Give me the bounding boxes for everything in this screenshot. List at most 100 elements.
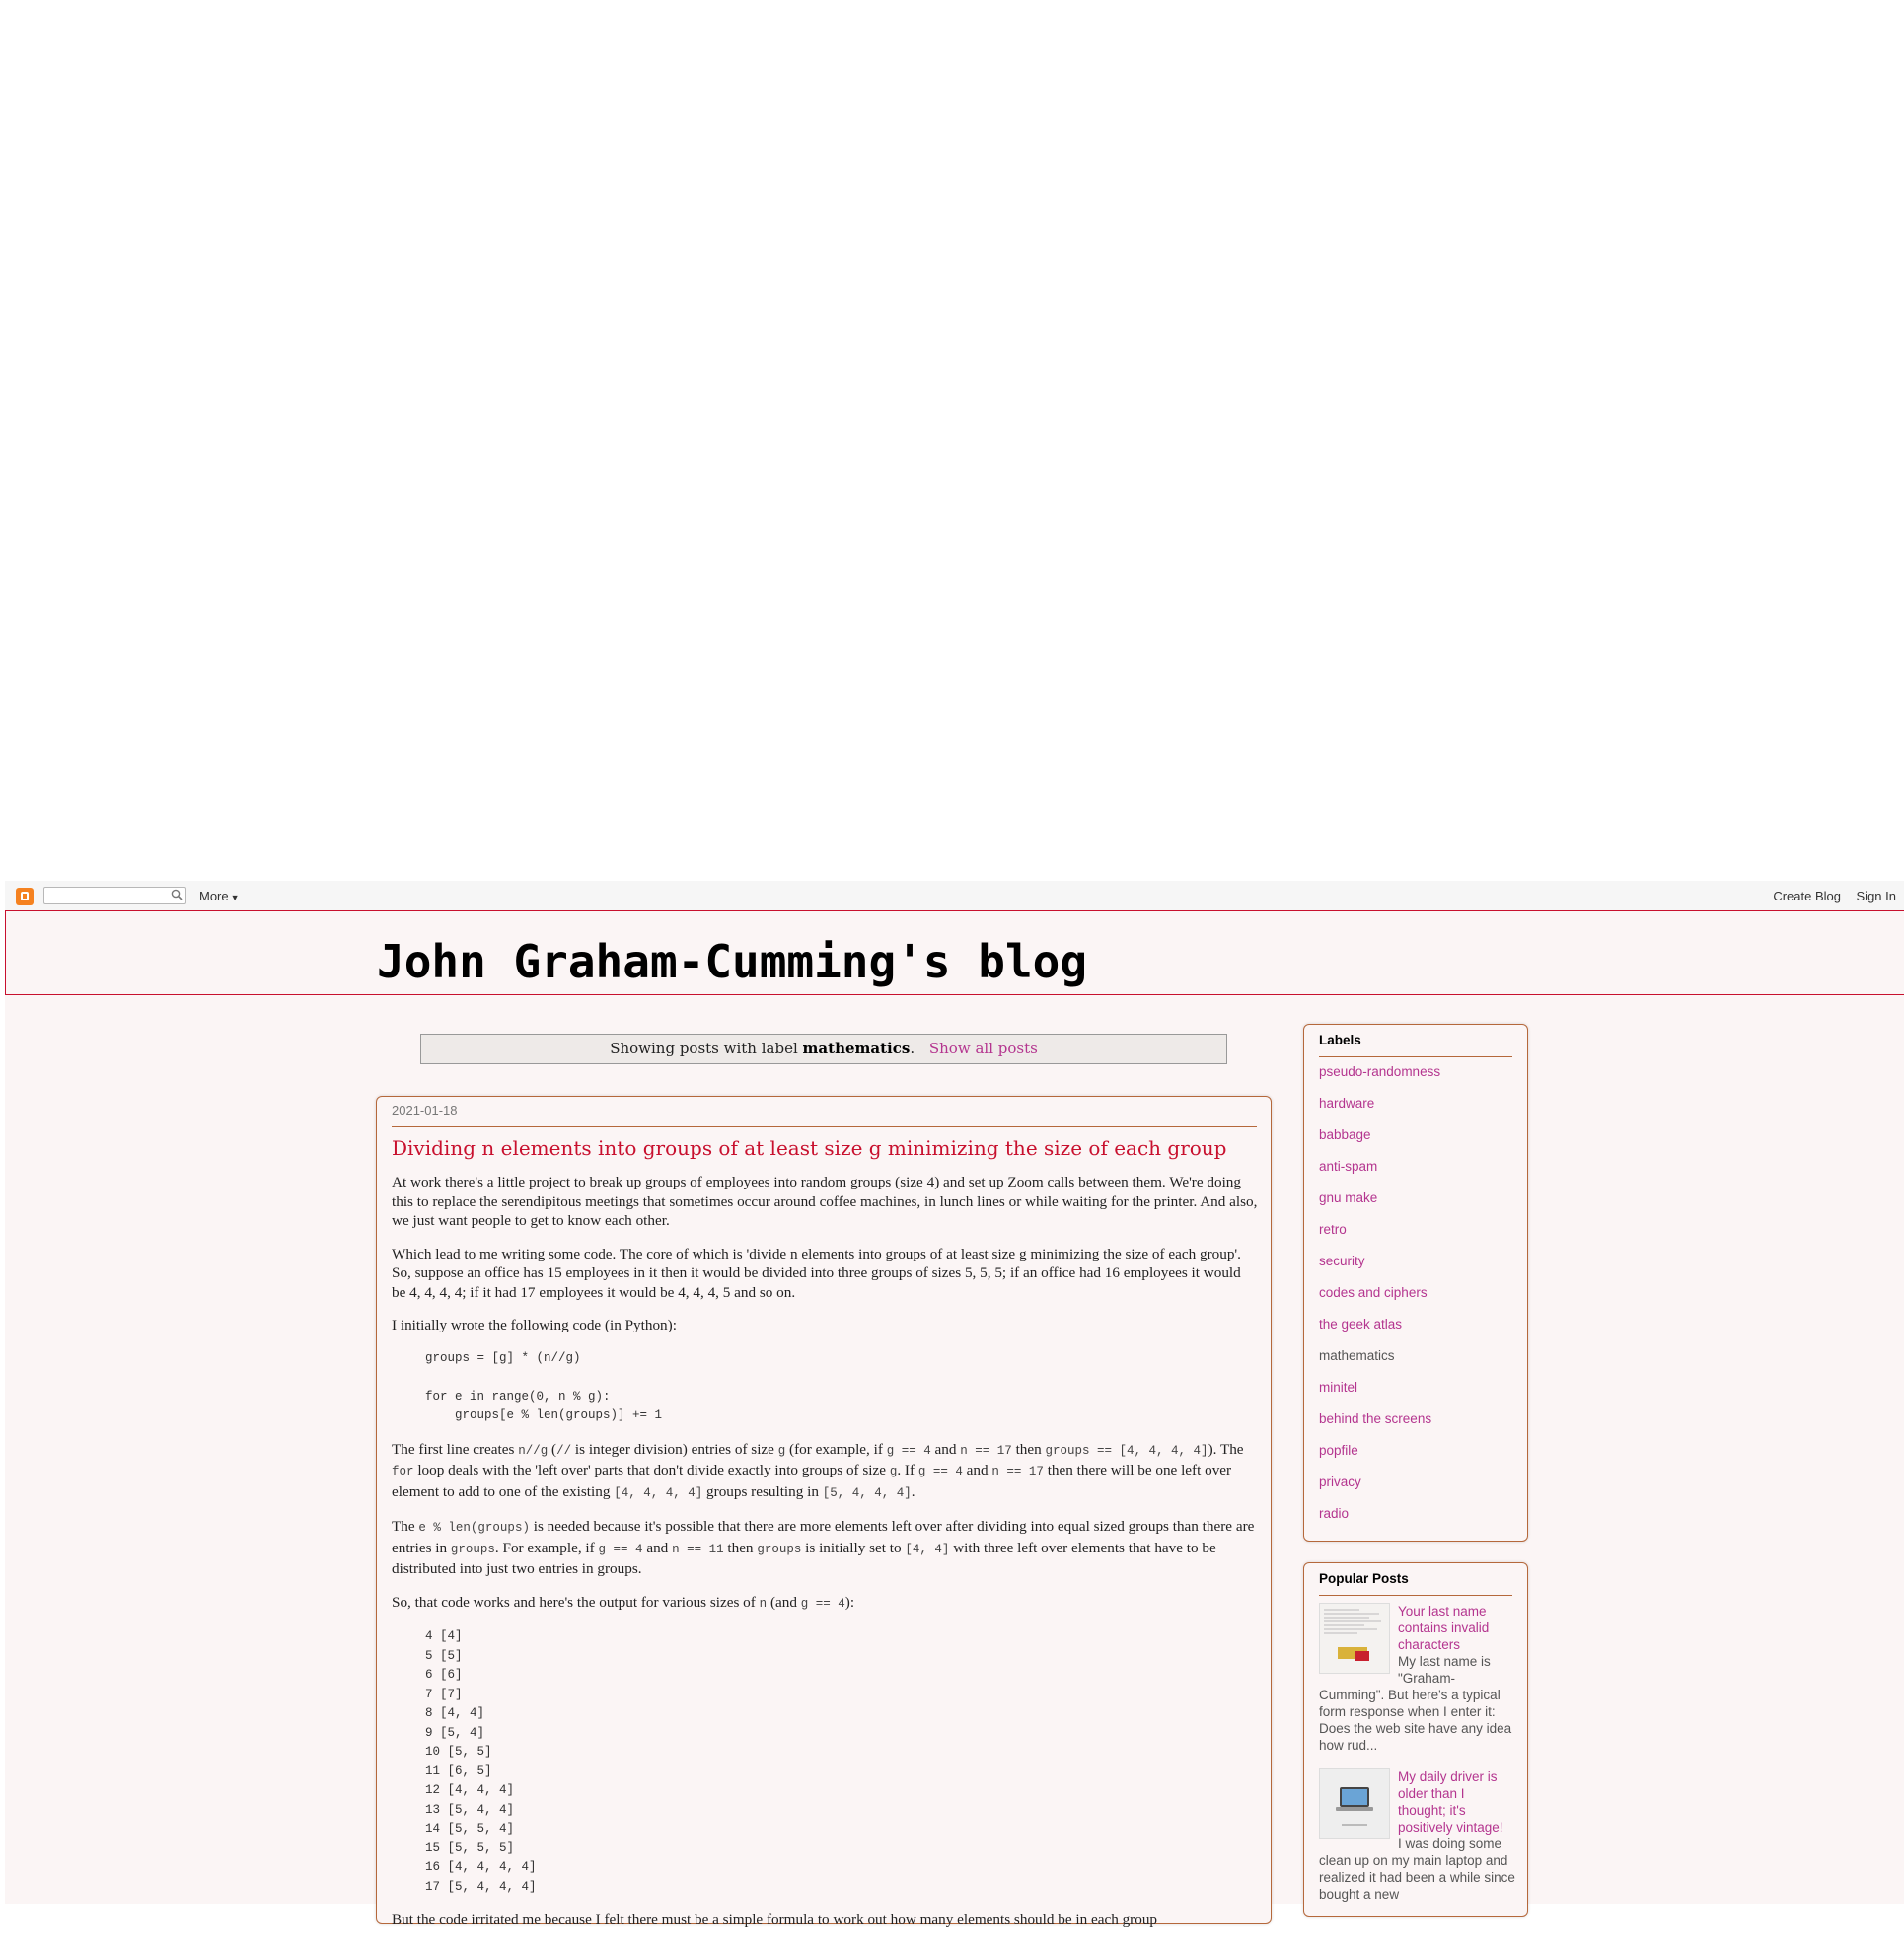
status-suffix: .	[910, 1040, 915, 1057]
popular-post-item: Your last name contains invalid characte…	[1319, 1603, 1516, 1754]
sign-in-link[interactable]: Sign In	[1857, 889, 1896, 903]
post-paragraph: So, that code works and here's the outpu…	[392, 1593, 1258, 1615]
inline-code: g == 4	[886, 1443, 931, 1458]
label-link[interactable]: retro	[1319, 1222, 1347, 1237]
post-paragraph: The e % len(groups) is needed because it…	[392, 1517, 1258, 1579]
code-block: groups = [g] * (n//g) for e in range(0, …	[425, 1350, 663, 1423]
label-link[interactable]: hardware	[1319, 1096, 1374, 1111]
text-run: (and	[767, 1593, 801, 1611]
label-list-item: privacy	[1319, 1475, 1440, 1506]
inline-code: n == 17	[991, 1465, 1044, 1478]
search-input[interactable]	[43, 887, 186, 904]
label-list-item: babbage	[1319, 1127, 1440, 1159]
label-link[interactable]: minitel	[1319, 1380, 1357, 1395]
label-list-item: hardware	[1319, 1096, 1440, 1127]
label-link[interactable]: pseudo-randomness	[1319, 1064, 1440, 1079]
label-link[interactable]: the geek atlas	[1319, 1317, 1402, 1332]
divider	[1319, 1056, 1512, 1057]
inline-code: [5, 4, 4, 4]	[822, 1485, 912, 1500]
divider	[392, 1126, 1257, 1127]
label-link[interactable]: security	[1319, 1254, 1365, 1268]
inline-code: groups	[450, 1542, 495, 1556]
label-list-item: gnu make	[1319, 1190, 1440, 1222]
blog-title[interactable]: John Graham-Cumming's blog	[377, 935, 1087, 988]
post-title[interactable]: Dividing n elements into groups of at le…	[392, 1136, 1226, 1160]
inline-code: g == 4	[800, 1596, 845, 1611]
label-list-item: pseudo-randomness	[1319, 1064, 1440, 1096]
blogger-navbar: More ▼ Create Blog Sign In	[5, 881, 1904, 911]
text-run: (	[548, 1440, 557, 1458]
inline-code: for	[392, 1465, 414, 1478]
label-link[interactable]: anti-spam	[1319, 1159, 1377, 1174]
blogger-logo-icon[interactable]	[16, 888, 34, 905]
label-link[interactable]: gnu make	[1319, 1190, 1377, 1205]
labels-list: pseudo-randomness hardware babbage anti-spa…	[1319, 1064, 1440, 1538]
text-run: . For example, if	[494, 1539, 599, 1556]
laptop-thumbnail-image[interactable]	[1319, 1768, 1390, 1839]
more-menu-button[interactable]: More ▼	[199, 889, 240, 903]
inline-code: n == 17	[960, 1443, 1012, 1458]
post-paragraph: But the code irritated me because I felt…	[392, 1911, 1158, 1928]
label-list-item: popfile	[1319, 1443, 1440, 1475]
label-current: mathematics	[1319, 1348, 1395, 1363]
text-run: .	[911, 1482, 915, 1500]
text-run: then	[1011, 1440, 1046, 1458]
inline-code: g == 4	[598, 1542, 643, 1556]
label-link[interactable]: codes and ciphers	[1319, 1285, 1428, 1300]
show-all-posts-link[interactable]: Show all posts	[929, 1040, 1038, 1057]
label-list-item: mathematics	[1319, 1348, 1440, 1380]
inline-code: [4, 4]	[905, 1542, 950, 1556]
label-list-item: anti-spam	[1319, 1159, 1440, 1190]
text-run: So, that code works and here's the outpu…	[392, 1593, 760, 1611]
text-run: (for example, if	[785, 1440, 887, 1458]
inline-code: groups == [4, 4, 4, 4]	[1045, 1443, 1208, 1458]
label-list-item: radio	[1319, 1506, 1440, 1538]
search-icon[interactable]	[171, 889, 184, 902]
popular-post-snippet: I was doing some clean up on my main lap…	[1319, 1836, 1515, 1902]
label-list-item: retro	[1319, 1222, 1440, 1254]
create-blog-link[interactable]: Create Blog	[1773, 889, 1841, 903]
label-link[interactable]: privacy	[1319, 1475, 1361, 1489]
label-link[interactable]: behind the screens	[1319, 1411, 1431, 1426]
more-label: More	[199, 889, 229, 903]
post-paragraph: The first line creates n//g (// is integ…	[392, 1440, 1258, 1504]
text-run: The	[392, 1518, 419, 1535]
divider	[1319, 1595, 1512, 1596]
text-run: is integer division) entries of size	[571, 1440, 778, 1458]
text-run: then	[723, 1539, 758, 1556]
text-run: and	[962, 1462, 992, 1478]
widget-title: Labels	[1319, 1033, 1361, 1047]
post-body: At work there's a little project to brea…	[392, 1173, 1258, 1944]
label-link[interactable]: popfile	[1319, 1443, 1358, 1458]
label-list-item: security	[1319, 1254, 1440, 1285]
text-run: groups resulting in	[702, 1482, 823, 1500]
widget-title: Popular Posts	[1319, 1571, 1409, 1586]
label-link[interactable]: radio	[1319, 1506, 1349, 1521]
post-date: 2021-01-18	[392, 1103, 458, 1117]
inline-code: [4, 4, 4, 4]	[614, 1485, 703, 1500]
text-run: and	[930, 1440, 961, 1458]
inline-code: n//g	[518, 1443, 549, 1458]
label-list-item: minitel	[1319, 1380, 1440, 1411]
label-list-item: the geek atlas	[1319, 1317, 1440, 1348]
label-link[interactable]: babbage	[1319, 1127, 1371, 1142]
label-status-message: Showing posts with label mathematics. Sh…	[420, 1034, 1227, 1064]
labels-widget: Labels pseudo-randomness hardware babbage a…	[1303, 1024, 1528, 1542]
post-paragraph: At work there's a little project to brea…	[392, 1174, 1258, 1229]
post-paragraph: Which lead to me writing some code. The …	[392, 1245, 1241, 1301]
inline-code: //	[556, 1443, 572, 1458]
popular-post-item: My daily driver is older than I thought;…	[1319, 1768, 1516, 1903]
text-run: is initially set to	[801, 1539, 906, 1556]
code-block: 4 [4] 5 [5] 6 [6] 7 [7] 8 [4, 4] 9 [5, 4…	[425, 1629, 537, 1894]
text-run: ). The	[1208, 1440, 1244, 1458]
post-thumbnail-image[interactable]	[1319, 1603, 1390, 1674]
text-run: ):	[844, 1593, 855, 1611]
text-run: and	[642, 1539, 673, 1556]
label-list-item: behind the screens	[1319, 1411, 1440, 1443]
text-run: loop deals with the 'left over' parts th…	[413, 1462, 890, 1478]
inline-code: g == 4	[917, 1465, 963, 1478]
status-prefix: Showing posts with label	[610, 1040, 798, 1057]
inline-code: e % len(groups)	[418, 1521, 530, 1535]
text-run: The first line creates	[392, 1440, 519, 1458]
label-list-item: codes and ciphers	[1319, 1285, 1440, 1317]
